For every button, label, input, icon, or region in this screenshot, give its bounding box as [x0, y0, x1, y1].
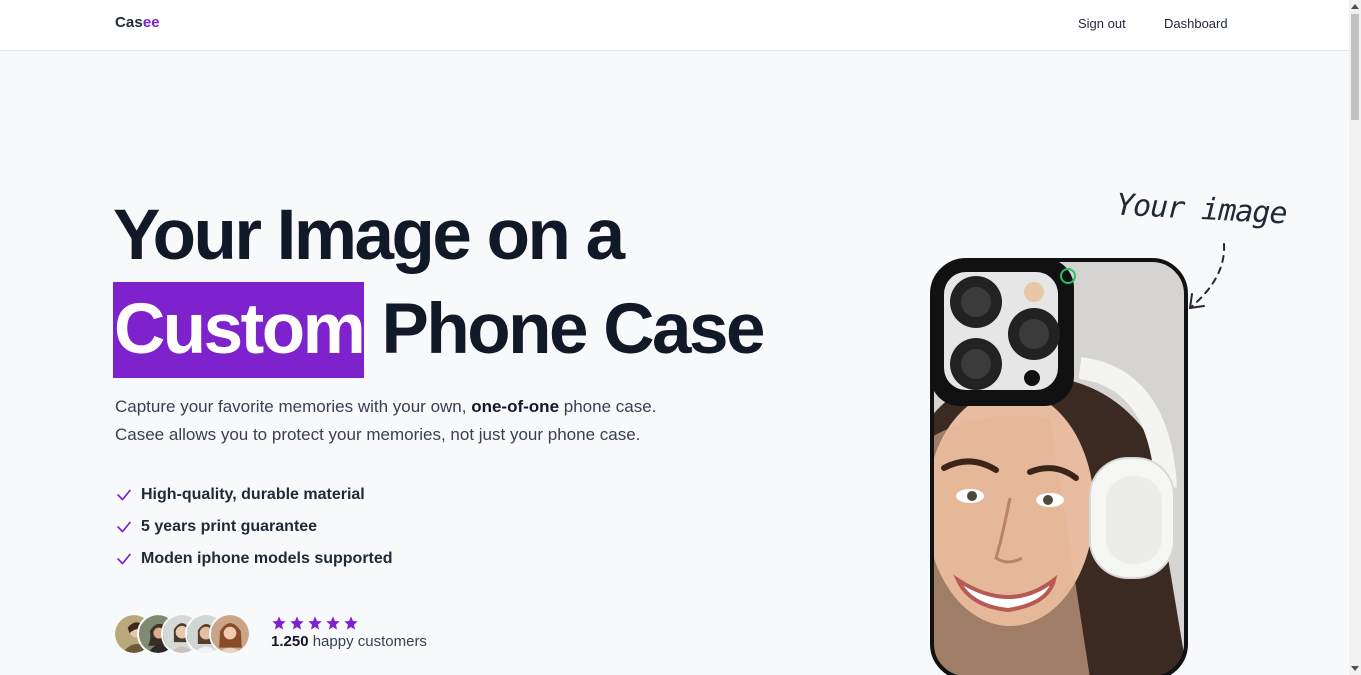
feature-label: 5 years print guarantee: [141, 518, 318, 535]
feature-item: 5 years print guarantee: [115, 511, 393, 543]
scroll-thumb[interactable]: [1351, 14, 1359, 120]
check-icon: [117, 521, 131, 533]
star-icon: [344, 615, 358, 630]
description-part-1: Capture your favorite memories with your…: [115, 397, 472, 416]
star-icon: [290, 615, 304, 630]
customer-count-label: happy customers: [308, 632, 427, 650]
check-icon: [117, 553, 131, 565]
customer-avatars: [113, 613, 251, 655]
logo-main: Cas: [115, 14, 143, 31]
description-bold: one-of-one: [471, 397, 560, 416]
check-icon: [117, 489, 131, 501]
headline-highlight: Custom: [113, 282, 366, 378]
customer-count: 1.250 happy customers: [271, 633, 427, 650]
feature-item: High-quality, durable material: [115, 479, 393, 511]
logo[interactable]: Casee: [115, 14, 160, 31]
customer-count-number: 1.250: [271, 632, 309, 650]
sign-out-link[interactable]: Sign out: [1078, 16, 1126, 31]
your-image-annotation: Your image: [1115, 187, 1288, 232]
hero-headline: Your Image on a Custom Phone Case: [113, 190, 766, 378]
feature-label: Moden iphone models supported: [141, 550, 393, 567]
scroll-up-arrow[interactable]: [1351, 4, 1359, 9]
avatar: [209, 613, 251, 655]
star-icon: [272, 615, 286, 630]
star-rating: [271, 615, 427, 631]
social-proof: 1.250 happy customers: [113, 613, 427, 655]
headline-rest: Phone Case: [381, 290, 766, 369]
dashboard-link[interactable]: Dashboard: [1164, 16, 1228, 31]
headline-line-2: Custom Phone Case: [113, 282, 766, 378]
logo-accent: ee: [142, 14, 160, 31]
description-part-2: phone case.: [559, 397, 657, 416]
hero-description: Capture your favorite memories with your…: [115, 393, 735, 449]
headline-line-1: Your Image on a: [113, 196, 625, 275]
navbar: Casee Sign out Dashboard: [0, 0, 1349, 51]
star-icon: [308, 615, 322, 630]
description-line-2: Casee allows you to protect your memorie…: [115, 425, 641, 444]
scroll-down-arrow[interactable]: [1351, 666, 1359, 671]
rating: 1.250 happy customers: [271, 615, 427, 650]
feature-list: High-quality, durable material 5 years p…: [115, 479, 393, 575]
scrollbar[interactable]: [1349, 0, 1361, 675]
phone-case-preview: [930, 258, 1188, 675]
feature-item: Moden iphone models supported: [115, 543, 393, 575]
feature-label: High-quality, durable material: [141, 486, 365, 503]
star-icon: [326, 615, 340, 630]
